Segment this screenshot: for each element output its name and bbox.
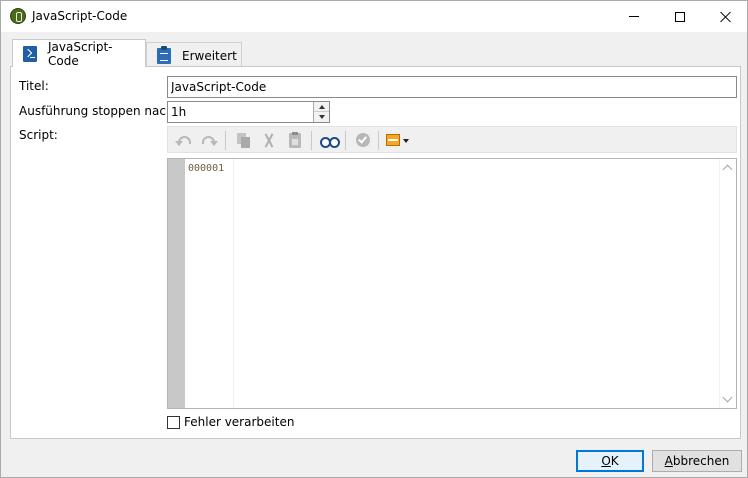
ok-button[interactable]: OK [576,450,644,472]
minimize-button[interactable] [611,1,657,32]
editor-vertical-scrollbar[interactable] [719,159,736,408]
stop-after-label: Ausführung stoppen nach: [19,104,178,118]
undo-icon [174,136,191,146]
title-label: Titel: [19,79,49,93]
close-button[interactable] [703,1,748,32]
toolbar-separator [225,131,226,150]
cancel-button[interactable]: Abbrechen [652,450,742,472]
script-label: Script: [19,128,58,142]
cancel-mnemonic: A [664,454,673,468]
process-errors-label: Fehler verarbeiten [184,415,295,429]
cut-icon [262,133,276,148]
paste-icon [289,131,301,148]
check-syntax-button[interactable] [353,131,373,149]
ok-label-rest: K [610,454,619,468]
tab-label: Erweitert [182,48,237,63]
title-bar: JavaScript-Code [1,1,747,32]
chevron-down-icon[interactable] [403,139,409,143]
cancel-label-rest: bbrechen [672,454,730,468]
redo-button[interactable] [198,131,218,149]
process-errors-checkbox[interactable] [167,415,180,429]
editor-margin [168,159,185,408]
spinner-down-button[interactable] [314,112,329,122]
copy-button[interactable] [234,131,254,149]
process-errors-option[interactable]: Fehler verarbeiten [167,415,294,429]
find-button[interactable] [319,131,340,149]
ok-mnemonic: O [601,454,611,468]
clipboard-icon [157,45,171,64]
tab-javascript-code[interactable]: JavaScript-Code [12,39,146,68]
copy-icon [237,132,251,148]
stop-after-input[interactable] [167,101,330,123]
scroll-up-icon[interactable] [722,164,733,175]
title-input[interactable] [167,76,737,98]
minimize-icon [629,16,639,17]
line-numbers: 000001 [185,159,234,408]
close-icon [720,11,732,23]
maximize-button[interactable] [657,1,703,32]
scroll-down-icon[interactable] [722,392,733,403]
toolbar-separator [378,131,379,150]
toolbar-separator [345,131,346,150]
arrow-up-icon [318,104,325,109]
redo-icon [201,136,218,146]
check-icon [356,133,370,147]
undo-button[interactable] [174,131,194,149]
binoculars-icon [320,134,340,148]
window-title: JavaScript-Code [32,9,128,23]
app-logo-icon [10,8,26,24]
cut-button[interactable] [259,131,279,149]
tab-label: JavaScript-Code [48,39,113,68]
maximize-icon [675,11,685,22]
script-icon [23,45,37,62]
script-toolbar [167,126,737,153]
paste-button[interactable] [285,131,305,149]
script-editor[interactable]: 000001 [167,158,737,409]
insert-field-icon [386,134,400,146]
dialog-window: JavaScript-Code JavaScript-Code Erweiter… [0,0,748,478]
stop-after-spinner [313,102,329,122]
insert-button[interactable] [383,131,403,149]
tab-erweitert[interactable]: Erweitert [146,42,242,68]
arrow-down-icon [318,115,325,119]
toolbar-separator [311,131,312,150]
spinner-up-button[interactable] [314,102,329,112]
